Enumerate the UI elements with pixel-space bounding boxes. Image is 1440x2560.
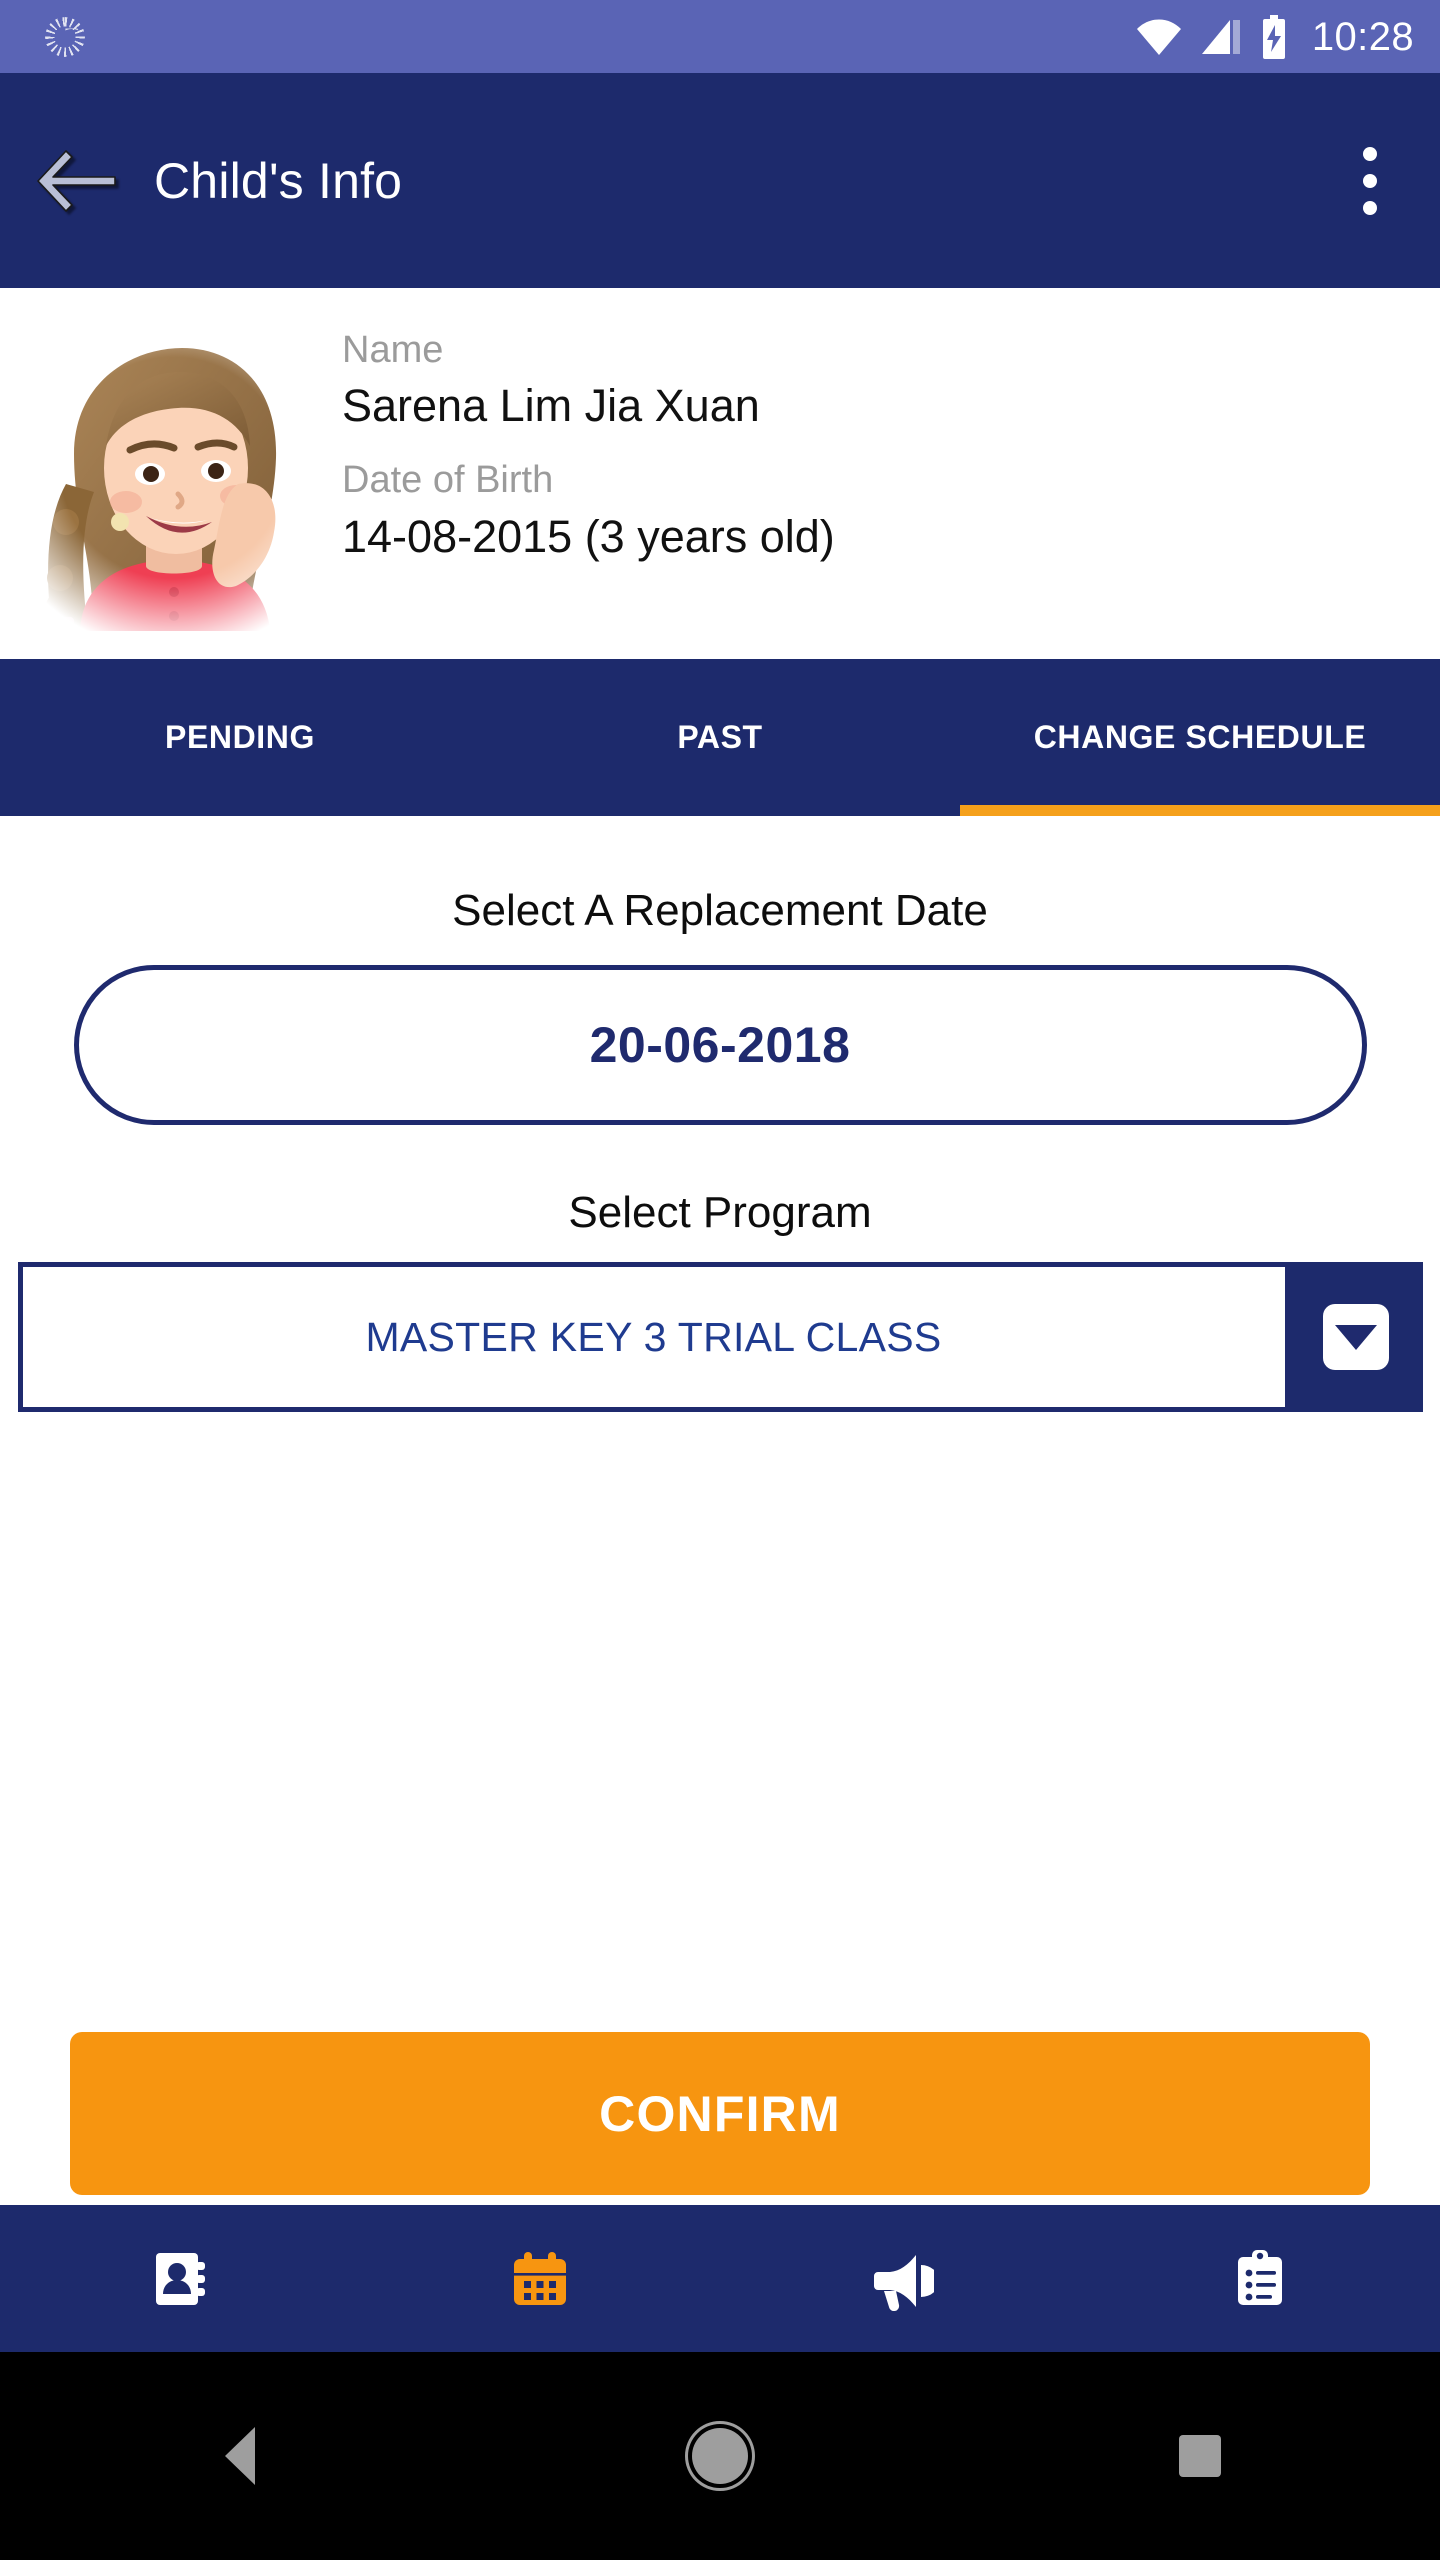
confirm-button[interactable]: CONFIRM (70, 2032, 1370, 2195)
clipboard-list-icon (1238, 2249, 1282, 2305)
program-select-value: MASTER KEY 3 TRIAL CLASS (365, 1313, 942, 1360)
megaphone-icon (874, 2254, 934, 2311)
android-back-icon (225, 2427, 255, 2485)
nav-item-contacts[interactable] (0, 2205, 360, 2352)
change-schedule-panel: Select A Replacement Date 20-06-2018 Sel… (0, 816, 1440, 2200)
replacement-date-value: 20-06-2018 (589, 1017, 851, 1073)
android-home-icon (692, 2428, 748, 2484)
android-home-button[interactable] (480, 2352, 960, 2560)
android-recents-icon (1179, 2435, 1221, 2477)
android-navigation-bar (0, 2352, 1440, 2560)
nav-item-announcements[interactable] (720, 2205, 1080, 2352)
dob-value: 14-08-2015 (3 years old) (342, 510, 835, 562)
tab-bar: PENDING PAST CHANGE SCHEDULE (0, 659, 1440, 816)
contacts-book-icon (156, 2252, 205, 2305)
tab-past[interactable]: PAST (480, 659, 960, 816)
program-select-value-box[interactable]: MASTER KEY 3 TRIAL CLASS (17, 1262, 1290, 1412)
program-select-toggle[interactable] (1289, 1262, 1423, 1412)
tab-change-schedule-label: CHANGE SCHEDULE (1033, 719, 1367, 756)
name-value: Sarena Lim Jia Xuan (342, 380, 760, 432)
status-bar-right: 10:28 (1136, 14, 1414, 59)
nav-item-reports[interactable] (1080, 2205, 1440, 2352)
phone-screen: 10:28 Child's Info Name Sarena Lim Jia X… (0, 0, 1440, 2560)
child-info-card: Name Sarena Lim Jia Xuan Date of Birth 1… (0, 288, 1440, 659)
dob-label: Date of Birth (342, 459, 554, 502)
tab-pending[interactable]: PENDING (0, 659, 480, 816)
status-bar-left (42, 14, 88, 60)
more-vertical-icon[interactable] (1300, 73, 1440, 288)
tab-pending-label: PENDING (165, 719, 315, 756)
tab-change-schedule[interactable]: CHANGE SCHEDULE (960, 659, 1440, 816)
status-bar: 10:28 (0, 0, 1440, 73)
android-back-button[interactable] (0, 2352, 480, 2560)
confirm-button-label: CONFIRM (599, 2085, 841, 2142)
tab-past-label: PAST (677, 719, 763, 756)
page-title: Child's Info (154, 152, 403, 209)
name-label: Name (342, 329, 444, 371)
status-bar-clock: 10:28 (1311, 14, 1414, 59)
back-arrow-icon (37, 149, 116, 212)
nav-item-calendar[interactable] (360, 2205, 720, 2352)
chevron-down-icon (1323, 1304, 1389, 1370)
calendar-icon (514, 2251, 566, 2305)
replacement-date-picker[interactable]: 20-06-2018 (73, 965, 1367, 1125)
select-program-heading: Select Program (568, 1188, 872, 1237)
app-bar: Child's Info (0, 73, 1440, 288)
cellular-signal-icon (1201, 19, 1240, 54)
bottom-navigation (0, 2205, 1440, 2352)
back-button[interactable] (0, 73, 150, 288)
android-recents-button[interactable] (960, 2352, 1440, 2560)
sync-spinner-icon (42, 14, 88, 60)
child-photo-avatar (22, 334, 324, 631)
tab-active-indicator (960, 805, 1440, 816)
wifi-icon (1136, 19, 1181, 55)
program-select[interactable]: MASTER KEY 3 TRIAL CLASS (17, 1262, 1423, 1412)
battery-charging-icon (1262, 14, 1285, 59)
replacement-date-heading: Select A Replacement Date (452, 886, 988, 935)
child-fields: Name Sarena Lim Jia Xuan Date of Birth 1… (342, 324, 835, 567)
